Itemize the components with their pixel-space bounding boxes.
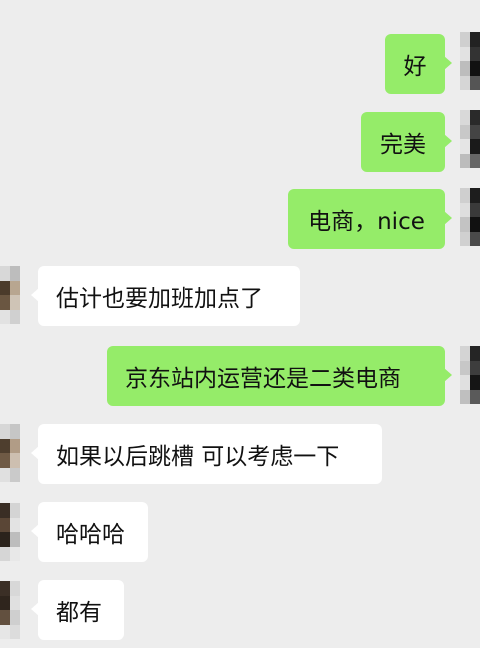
message-bubble-incoming[interactable]: 都有 xyxy=(31,580,124,640)
message-bubble-incoming[interactable]: 如果以后跳槽 可以考虑一下 xyxy=(31,424,382,484)
avatar[interactable] xyxy=(0,503,20,561)
message-text: 都有 xyxy=(56,600,102,626)
message-bubble-outgoing[interactable]: 好 xyxy=(385,34,452,94)
message-bubble-outgoing[interactable]: 完美 xyxy=(361,112,452,172)
message-bubble-incoming[interactable]: 估计也要加班加点了 xyxy=(31,266,300,326)
message-bubble-outgoing[interactable]: 电商，nice xyxy=(288,189,452,249)
message-text: 完美 xyxy=(380,132,426,158)
message-text: 哈哈哈 xyxy=(56,522,125,548)
message-text: 如果以后跳槽 可以考虑一下 xyxy=(56,444,340,470)
avatar[interactable] xyxy=(460,32,480,90)
avatar[interactable] xyxy=(0,266,20,324)
message-bubble-outgoing[interactable]: 京东站内运营还是二类电商 xyxy=(107,346,452,406)
avatar[interactable] xyxy=(0,424,20,482)
avatar[interactable] xyxy=(0,581,20,639)
message-text: 电商，nice xyxy=(308,209,425,235)
message-text: 好 xyxy=(403,54,427,80)
message-text: 估计也要加班加点了 xyxy=(56,286,263,312)
avatar[interactable] xyxy=(460,188,480,246)
avatar[interactable] xyxy=(460,346,480,404)
chat-area: 好 完美 电商，nice 估计也要加班加点了 京东站内运营还是二类电商 如果以后… xyxy=(0,0,480,648)
message-bubble-incoming[interactable]: 哈哈哈 xyxy=(31,502,148,562)
message-text: 京东站内运营还是二类电商 xyxy=(125,366,401,392)
avatar[interactable] xyxy=(460,110,480,168)
